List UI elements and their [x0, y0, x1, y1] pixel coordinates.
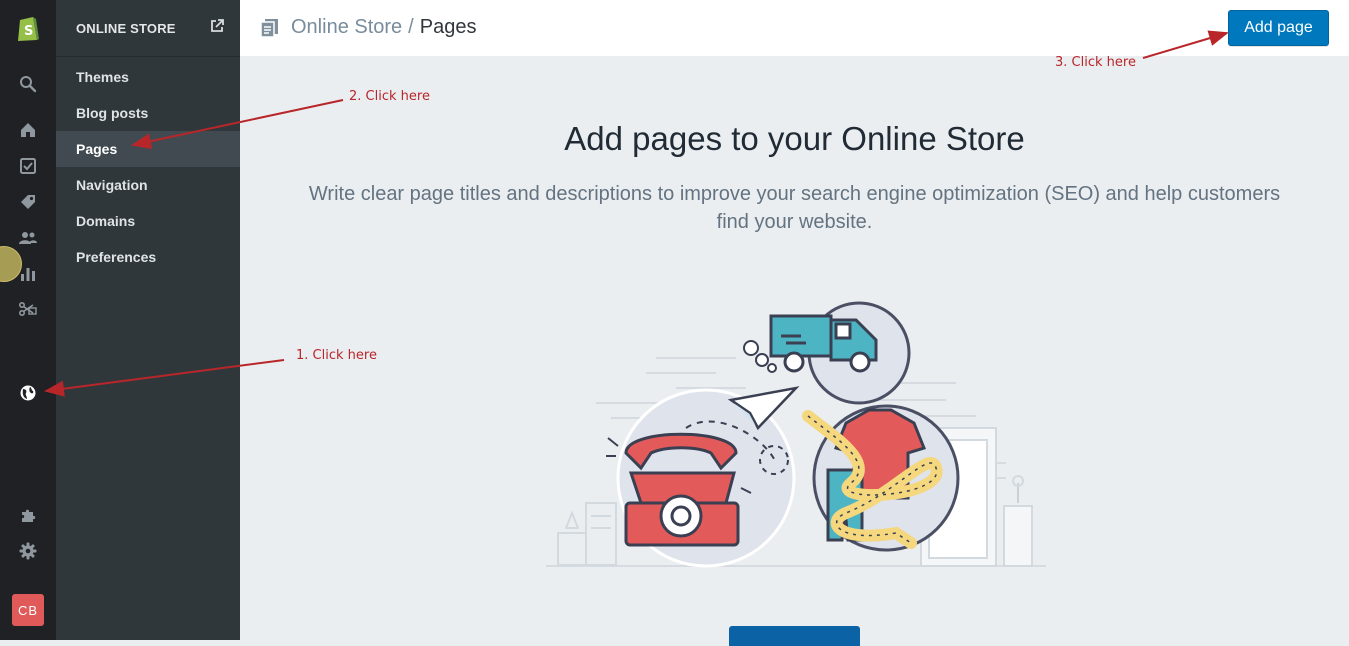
empty-state-heading: Add pages to your Online Store — [564, 120, 1025, 157]
bottom-add-page-button[interactable] — [729, 626, 860, 646]
subnav-item-domains[interactable]: Domains — [56, 203, 240, 239]
annotation-note-3: 3. Click here — [1055, 55, 1136, 70]
online-store-subnav: ONLINE STORE Themes Blog posts Pages Nav… — [56, 0, 240, 640]
shopify-logo-icon[interactable]: S — [0, 10, 56, 46]
empty-state-description: Write clear page titles and descriptions… — [308, 183, 1281, 233]
subnav-item-pages[interactable]: Pages — [56, 131, 240, 167]
add-page-button[interactable]: Add page — [1228, 10, 1329, 46]
orders-icon[interactable] — [0, 148, 56, 184]
external-link-icon[interactable] — [210, 18, 224, 38]
home-icon[interactable] — [0, 112, 56, 148]
annotation-note-1: 1. Click here — [296, 348, 377, 363]
top-bar: Online Store / Pages Add page — [240, 0, 1349, 56]
annotation-note-2: 2. Click here — [349, 89, 430, 104]
subnav-header: ONLINE STORE — [56, 0, 240, 57]
icon-rail: S CB — [0, 0, 56, 640]
search-icon[interactable] — [0, 66, 56, 102]
products-tag-icon[interactable] — [0, 184, 56, 220]
subnav-item-blog-posts[interactable]: Blog posts — [56, 95, 240, 131]
online-store-globe-icon[interactable] — [0, 375, 56, 411]
analytics-icon[interactable] — [0, 256, 56, 292]
breadcrumb-separator: / — [408, 16, 414, 38]
main-content: Add pages to your Online Store Write cle… — [240, 56, 1349, 646]
empty-state-illustration — [546, 301, 1046, 568]
pages-icon — [260, 18, 279, 38]
subnav-title: ONLINE STORE — [76, 20, 176, 36]
subnav-item-preferences[interactable]: Preferences — [56, 239, 240, 275]
subnav-item-navigation[interactable]: Navigation — [56, 167, 240, 203]
customers-icon[interactable] — [0, 220, 56, 256]
svg-text:S: S — [24, 24, 33, 39]
settings-gear-icon[interactable] — [0, 533, 56, 569]
subnav-item-themes[interactable]: Themes — [56, 59, 240, 95]
subnav-list: Themes Blog posts Pages Navigation Domai… — [56, 57, 240, 275]
discounts-icon[interactable] — [0, 291, 56, 327]
breadcrumb-parent[interactable]: Online Store — [291, 16, 402, 39]
user-avatar[interactable]: CB — [12, 594, 44, 626]
breadcrumb: Online Store / Pages — [260, 16, 476, 39]
page-title: Pages — [419, 16, 477, 38]
apps-puzzle-icon[interactable] — [0, 497, 56, 533]
